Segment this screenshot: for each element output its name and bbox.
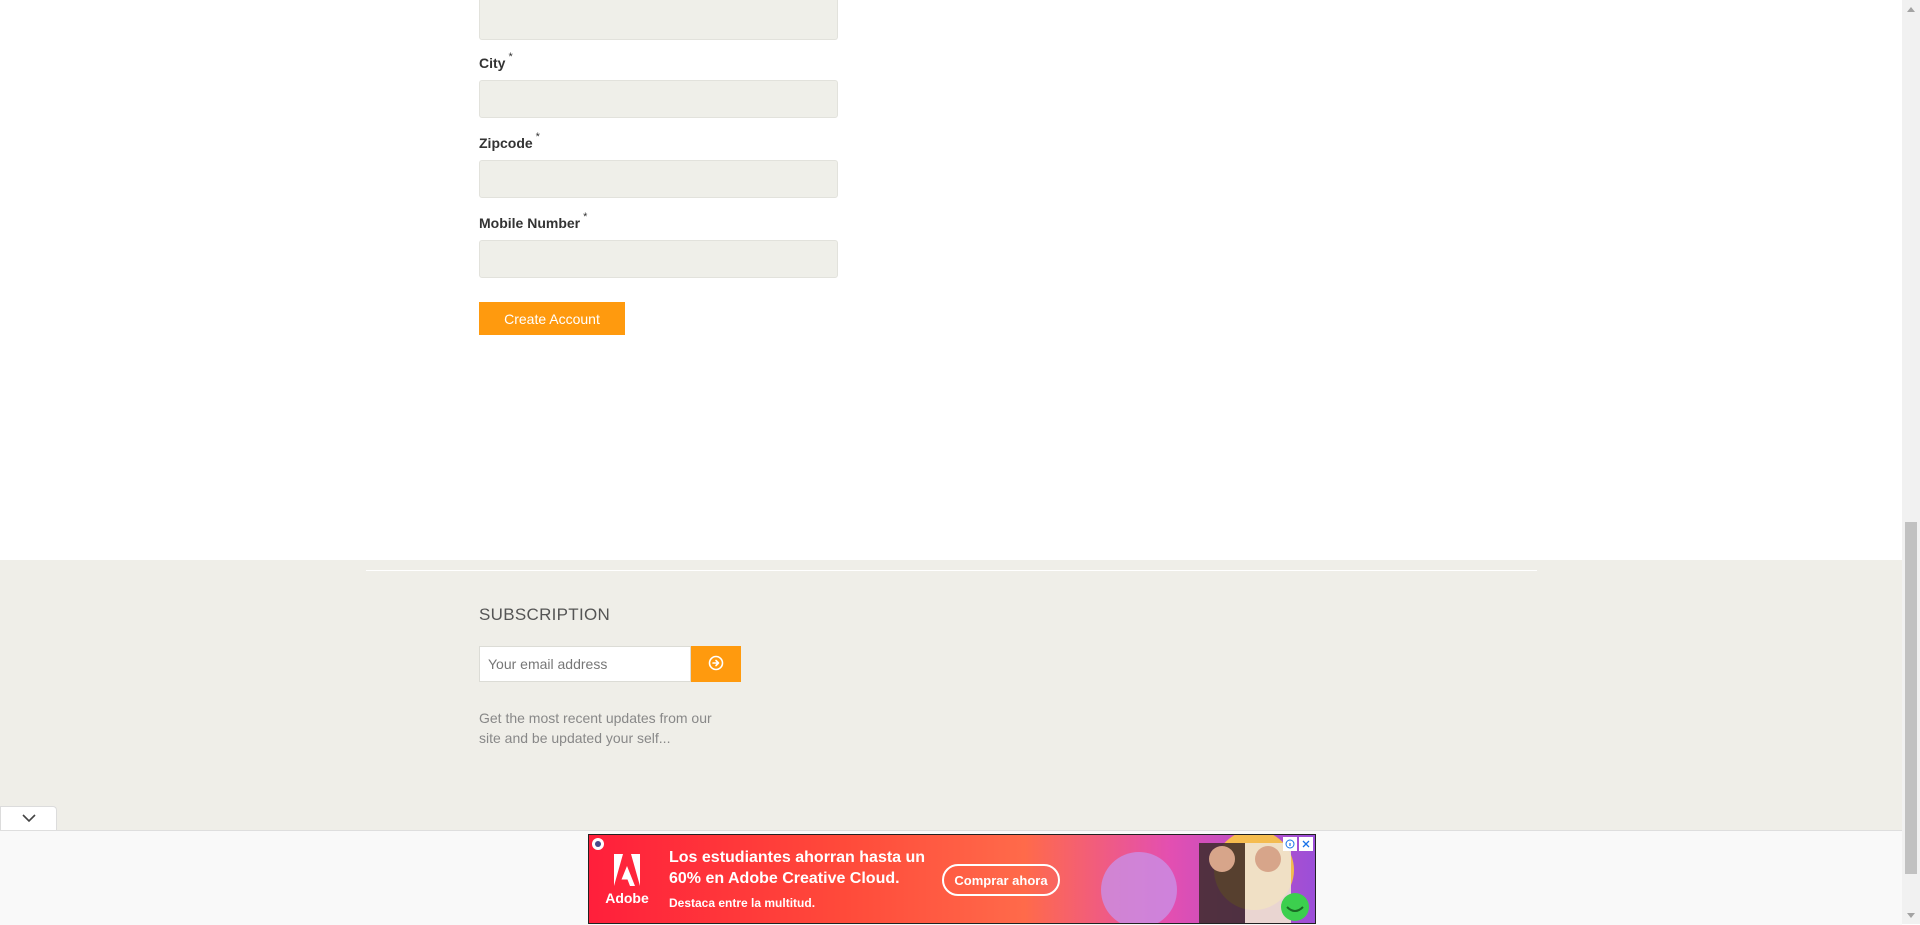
close-icon[interactable]: [1299, 837, 1313, 851]
subscribe-button[interactable]: [691, 646, 741, 682]
mobile-number-label: Mobile Number *: [479, 211, 588, 231]
mobile-number-field[interactable]: [479, 240, 838, 278]
page: City * Zipcode * Mobile Number * Create Acc…: [0, 0, 1902, 925]
arrow-circle-right-icon: [708, 655, 724, 674]
scroll-down-arrow-icon[interactable]: [1902, 907, 1920, 924]
footer: SUBSCRIPTION Get the most recent updates…: [0, 560, 1902, 830]
address-field[interactable]: [479, 0, 838, 40]
vertical-scrollbar[interactable]: [1902, 0, 1920, 924]
info-icon[interactable]: [1283, 837, 1297, 851]
adobe-logo: Adobe: [589, 835, 665, 923]
city-field[interactable]: [479, 80, 838, 118]
ad-brand: Adobe: [605, 890, 649, 906]
scroll-up-arrow-icon[interactable]: [1902, 0, 1920, 17]
zipcode-field[interactable]: [479, 160, 838, 198]
ad-cta-button[interactable]: Comprar ahora: [942, 864, 1060, 896]
adobe-logo-icon: [614, 854, 640, 886]
city-label: City *: [479, 51, 513, 71]
ad-subline: Destaca entre la multitud.: [669, 896, 816, 910]
scrollbar-thumb[interactable]: [1905, 522, 1917, 874]
chevron-down-icon: [21, 810, 37, 828]
ad-headline: Los estudiantes ahorran hasta un 60% en …: [669, 849, 926, 887]
adobe-ad-banner[interactable]: Adobe Los estudiantes ahorran hasta un 6…: [588, 834, 1316, 924]
subscription-title: SUBSCRIPTION: [479, 605, 611, 624]
zipcode-label: Zipcode *: [479, 131, 540, 151]
subscription-email-input[interactable]: [479, 646, 691, 682]
ad-artwork: [1079, 835, 1315, 923]
subscription-description: Get the most recent updates from our sit…: [479, 710, 712, 746]
create-account-button[interactable]: Create Account: [479, 302, 625, 335]
collapse-ad-tab[interactable]: [0, 806, 57, 830]
footer-divider: [366, 570, 1537, 571]
